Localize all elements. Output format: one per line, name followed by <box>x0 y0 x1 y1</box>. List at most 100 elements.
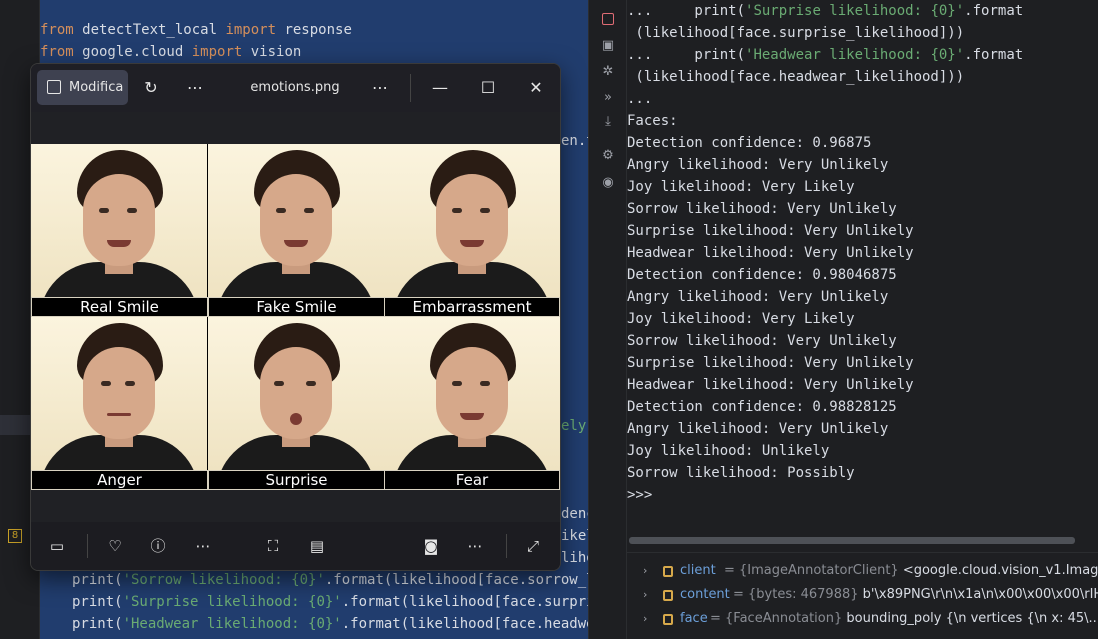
console-line: Joy likelihood: Very Likely <box>627 308 1098 330</box>
code-line-1: from detectText_local import response <box>40 19 352 41</box>
variable-row-face[interactable]: › face = {FaceAnnotation} bounding_poly … <box>627 607 1098 631</box>
chevron-right-icon[interactable]: › <box>643 607 647 631</box>
filmstrip-icon[interactable]: ▭ <box>45 534 69 558</box>
more-icon[interactable]: ⋯ <box>368 76 392 100</box>
variable-summary: = {ImageAnnotatorClient} <google.cloud.v… <box>724 559 1098 583</box>
divider <box>410 74 411 102</box>
code-fragment: ely <box>561 418 587 434</box>
slideshow-icon[interactable]: ◙ <box>419 534 443 558</box>
emotion-photo <box>31 144 207 297</box>
console-text: Surprise likelihood: Very Unlikely <box>627 355 914 371</box>
minimize-icon[interactable]: — <box>428 76 452 100</box>
divider <box>506 534 507 558</box>
edit-icon <box>47 80 61 94</box>
console-line: Sorrow likelihood: Possibly <box>627 462 1098 484</box>
expand-icon[interactable]: » <box>599 89 617 107</box>
python-console[interactable]: ... print('Surprise likelihood: {0}'.for… <box>627 0 1098 530</box>
variable-value: b'\x89PNG\r\n\x1a\n\x00\x00\x00\rIHDR <box>858 587 1098 602</box>
edit-button[interactable]: Modifica <box>37 70 128 105</box>
emotion-photo <box>384 317 560 470</box>
console-line: Faces: <box>627 110 1098 132</box>
fullscreen-icon[interactable]: ⤢ <box>521 534 545 558</box>
divider <box>87 534 88 558</box>
code-line-2: from google.cloud import vision <box>40 41 301 63</box>
more-icon[interactable]: ⋯ <box>463 534 487 558</box>
code-rest: .format(likelihood[face.sorrow_like <box>324 572 588 588</box>
code-line-surprise: print('Surprise likelihood: {0}'.format(… <box>72 591 588 613</box>
console-text: ... print( <box>627 47 746 63</box>
variable-icon <box>663 614 673 625</box>
close-icon[interactable]: ✕ <box>524 76 548 100</box>
scroll-end-icon[interactable]: ⤓ <box>599 113 617 131</box>
console-text: Angry likelihood: Very Unlikely <box>627 289 889 305</box>
more-icon[interactable]: ⋯ <box>191 534 215 558</box>
variable-type: = {ImageAnnotatorClient} <box>724 563 899 578</box>
function-call: print( <box>72 572 123 588</box>
variable-name: content <box>680 587 730 602</box>
console-line: Angry likelihood: Very Unlikely <box>627 418 1098 440</box>
rotate-icon[interactable]: ↻ <box>139 76 163 100</box>
console-text: Joy likelihood: Very Likely <box>627 179 855 195</box>
console-string: 'Headwear likelihood: {0}' <box>745 47 965 63</box>
debug-icon[interactable]: ✲ <box>599 63 617 81</box>
emotion-caption: Real Smile <box>31 297 208 317</box>
console-text: ... print( <box>627 3 746 19</box>
console-text: ... <box>627 91 653 107</box>
function-call: print( <box>72 616 123 632</box>
keyword: from <box>40 44 74 60</box>
scrollbar-thumb[interactable] <box>629 537 1075 544</box>
warning-count-badge[interactable]: 8 <box>8 529 22 543</box>
console-line: Sorrow likelihood: Very Unlikely <box>627 198 1098 220</box>
variable-type: = {bytes: 467988} <box>733 587 859 602</box>
string-literal: 'Sorrow likelihood: {0}' <box>122 572 325 588</box>
console-line: ... print('Surprise likelihood: {0}'.for… <box>627 0 1098 22</box>
console-text: (likelihood[face.surprise_likelihood])) <box>627 25 965 41</box>
variables-pane: › client = {ImageAnnotatorClient} <googl… <box>627 552 1098 639</box>
image-canvas[interactable]: Real Smile Fake Smile Embarrassment Anger Su… <box>31 112 560 522</box>
console-line: Detection confidence: 0.98046875 <box>627 264 1098 286</box>
viewer-titlebar: Modifica ↻ ⋯ emotions.png ⋯ — ☐ ✕ <box>31 64 560 112</box>
console-line: Headwear likelihood: Very Unlikely <box>627 242 1098 264</box>
code-fragment: ikel <box>561 528 588 544</box>
variable-value: bounding_poly {\n vertices {\n x: 45\... <box>842 611 1098 626</box>
function-call: print( <box>72 594 123 610</box>
console-text: Headwear likelihood: Very Unlikely <box>627 377 914 393</box>
stop-icon[interactable] <box>599 10 617 28</box>
maximize-icon[interactable]: ☐ <box>476 76 500 100</box>
more-icon[interactable]: ⋯ <box>183 76 207 100</box>
console-text: Angry likelihood: Very Unlikely <box>627 421 889 437</box>
string-literal: 'Headwear likelihood: {0}' <box>122 616 342 632</box>
rerun-icon[interactable]: ▣ <box>599 37 617 55</box>
code-fragment: lihoo <box>561 550 588 566</box>
emotion-caption: Anger <box>31 470 208 490</box>
module-name: detectText_local <box>73 22 226 38</box>
console-text: Headwear likelihood: Very Unlikely <box>627 245 914 261</box>
eye-icon[interactable]: ◉ <box>599 174 617 192</box>
console-line: Angry likelihood: Very Unlikely <box>627 154 1098 176</box>
heart-icon[interactable]: ♡ <box>103 534 127 558</box>
edit-button-label: Modifica <box>69 80 124 95</box>
console-toolstrip: ▣ ✲ » ⤓ ⚙ ◉ <box>588 0 627 639</box>
info-icon[interactable]: ⓘ <box>146 534 170 558</box>
console-line: Headwear likelihood: Very Unlikely <box>627 374 1098 396</box>
variable-type: = {FaceAnnotation} <box>710 611 843 626</box>
emotion-photo <box>384 144 560 297</box>
settings-icon[interactable]: ⚙ <box>599 147 617 165</box>
variable-row-client[interactable]: › client = {ImageAnnotatorClient} <googl… <box>627 559 1098 583</box>
console-line: >>> <box>627 484 1098 506</box>
variable-name: face <box>680 611 708 626</box>
code-line-sorrow: print('Sorrow likelihood: {0}'.format(li… <box>72 569 588 591</box>
console-text: Detection confidence: 0.98046875 <box>627 267 897 283</box>
console-text: Detection confidence: 0.96875 <box>627 135 872 151</box>
crop-icon[interactable]: ⛶ <box>261 534 285 558</box>
console-line: Joy likelihood: Unlikely <box>627 440 1098 462</box>
console-line: Detection confidence: 0.96875 <box>627 132 1098 154</box>
chevron-right-icon[interactable]: › <box>643 559 647 583</box>
code-fragment: denc <box>561 506 588 522</box>
code-line-headwear: print('Headwear likelihood: {0}'.format(… <box>72 613 588 635</box>
ocr-icon[interactable]: ▤ <box>305 534 329 558</box>
variable-row-content[interactable]: › content = {bytes: 467988} b'\x89PNG\r\… <box>627 583 1098 607</box>
console-line: (likelihood[face.surprise_likelihood])) <box>627 22 1098 44</box>
console-horizontal-scrollbar[interactable] <box>627 533 1098 547</box>
chevron-right-icon[interactable]: › <box>643 583 647 607</box>
